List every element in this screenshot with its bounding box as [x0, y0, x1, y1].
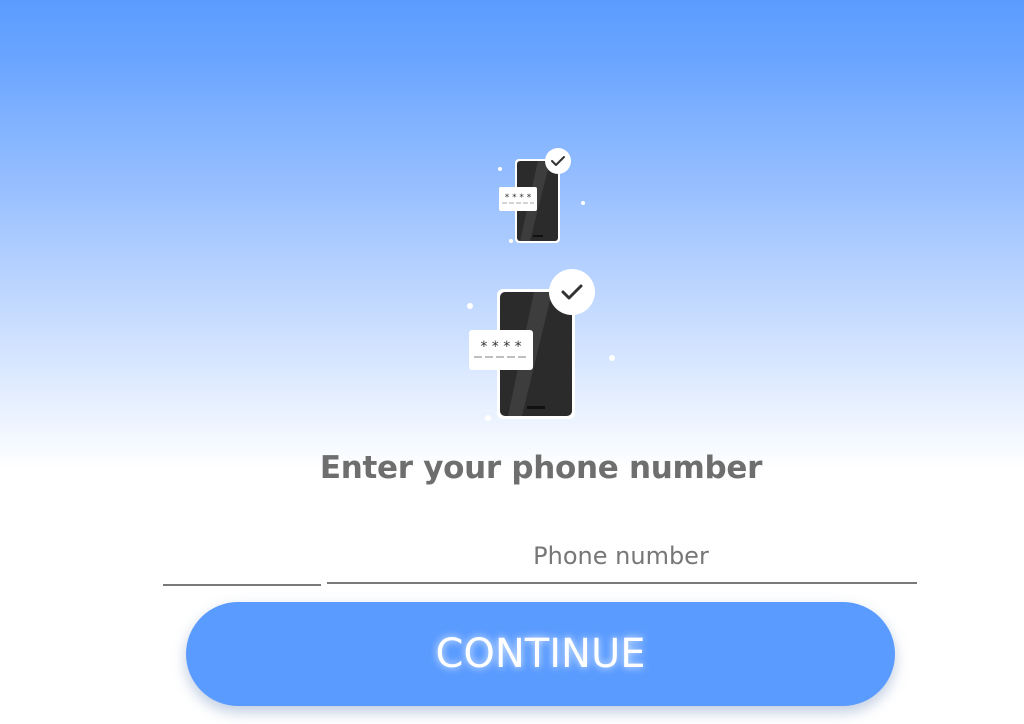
otp-card-icon: * * * * [469, 330, 533, 370]
country-code-field[interactable] [163, 530, 321, 586]
sparkle-dot [609, 355, 615, 361]
otp-mask: * * * * [480, 339, 521, 355]
phone-verification-large-illustration: * * * * [467, 269, 615, 421]
check-badge-icon [549, 269, 595, 315]
sparkle-dot [581, 201, 585, 205]
sparkle-dot [509, 239, 513, 243]
check-badge-icon [545, 148, 571, 174]
page-title: Enter your phone number [319, 450, 763, 486]
otp-card-icon: * * * * [499, 187, 537, 211]
sparkle-dot [467, 303, 473, 309]
phone-number-input[interactable] [327, 530, 917, 584]
continue-button[interactable]: CONTINUE [186, 602, 895, 706]
sparkle-dot [485, 415, 491, 421]
sparkle-dot [498, 167, 502, 171]
otp-mask: * * * * [505, 193, 532, 203]
phone-verification-small-illustration: * * * * [498, 148, 585, 243]
